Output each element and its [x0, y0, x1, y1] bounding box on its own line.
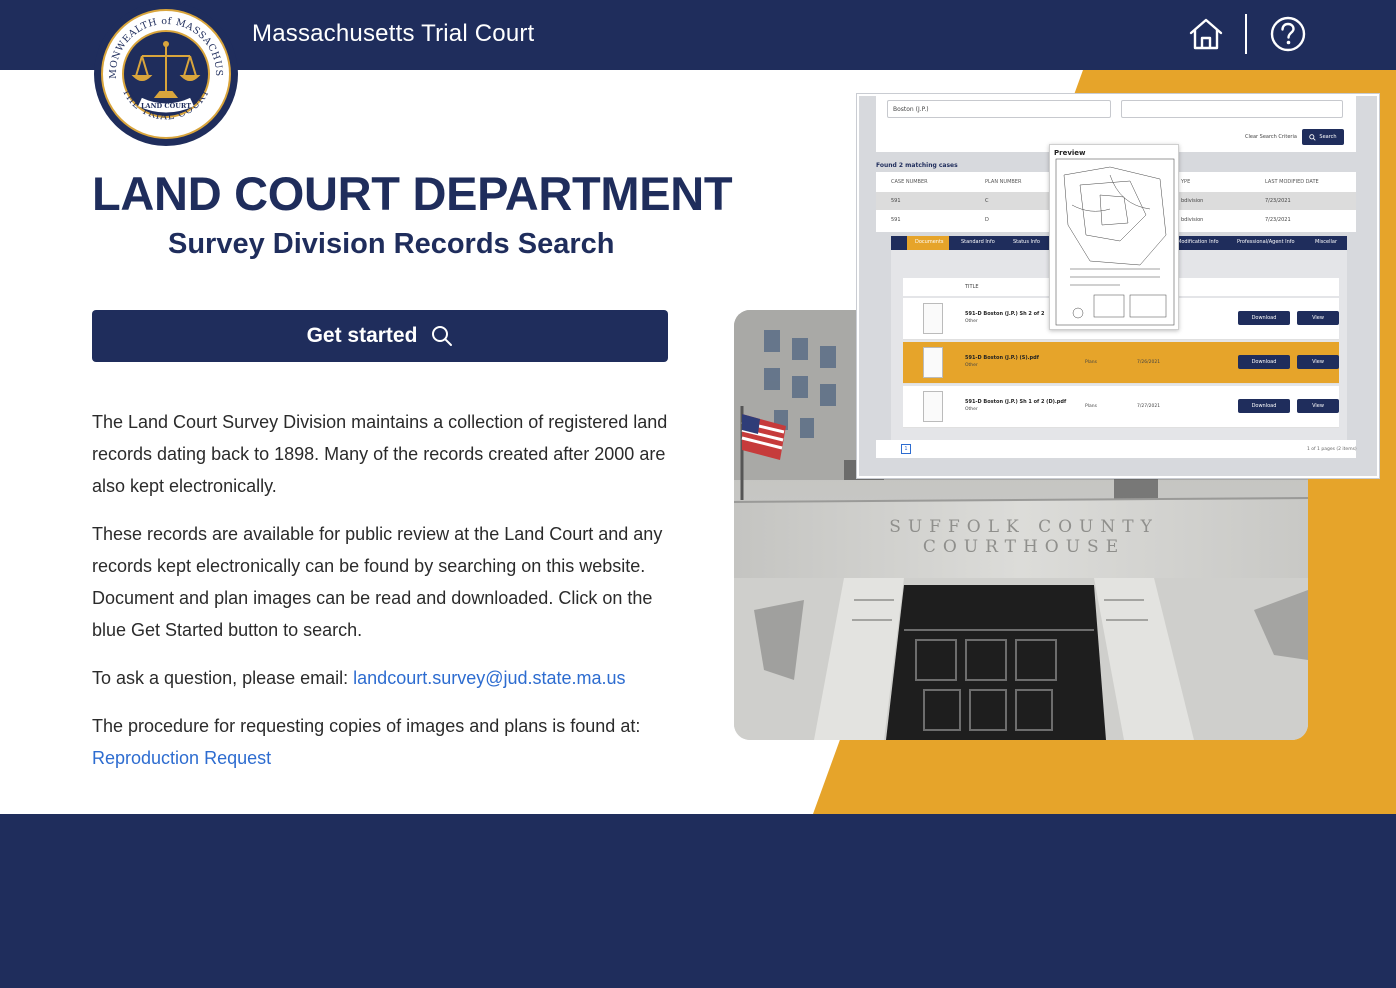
download-button: Download [1238, 311, 1290, 325]
document-thumbnail [923, 391, 943, 422]
app-screenshot-preview: Boston (J.P.) Clear Search Criteria Sear… [857, 94, 1379, 478]
column-header: YPE [1181, 179, 1191, 185]
row-type: bdivision [1181, 198, 1204, 204]
document-title: 591-D Boston (J.P.) Sh 1 of 2 (D).pdf [965, 399, 1067, 405]
document-title: 591-D Boston (J.P.) Sh 2 of 2 [965, 311, 1045, 317]
survey-plan-drawing [1055, 158, 1175, 326]
row-date: 7/23/2021 [1265, 217, 1291, 223]
title-column-header: TITLE [965, 284, 979, 290]
document-title: 591-D Boston (J.P.) (S).pdf [965, 355, 1039, 361]
search-icon [1309, 133, 1317, 141]
email-link[interactable]: landcourt.survey@jud.state.ma.us [353, 668, 625, 688]
availability-paragraph: These records are available for public r… [92, 524, 663, 640]
document-row-selected: 591-D Boston (J.P.) (S).pdf Other Plans … [903, 342, 1339, 384]
description-section: The Land Court Survey Division maintains… [92, 406, 672, 790]
page-title: LAND COURT DEPARTMENT [92, 167, 733, 220]
document-date: 7/27/2021 [1137, 404, 1161, 409]
row-date: 7/23/2021 [1265, 198, 1291, 204]
get-started-button[interactable]: Get started [92, 310, 668, 362]
document-thumbnail [923, 303, 943, 334]
column-header: PLAN NUMBER [985, 179, 1022, 185]
contact-prefix: To ask a question, please email: [92, 668, 354, 688]
document-kind: Plans [1085, 404, 1097, 409]
document-thumbnail [923, 347, 943, 378]
reproduction-request-link[interactable]: Reproduction Request [92, 748, 271, 768]
row-case: 591 [891, 198, 901, 204]
page-number: 1 [901, 444, 911, 454]
document-type: Other [965, 363, 978, 368]
preview-label: Preview [1054, 149, 1086, 157]
download-button: Download [1238, 355, 1290, 369]
row-plan: C [985, 198, 989, 204]
procedure-prefix: The procedure for requesting copies of i… [92, 716, 641, 736]
document-date: 7/26/2021 [1137, 360, 1161, 365]
column-header: LAST MODIFIED DATE [1265, 179, 1319, 185]
tab-standard-info: Standard Info [961, 239, 995, 245]
contact-paragraph: To ask a question, please email: landcou… [92, 662, 672, 694]
pager-info: 1 of 1 pages (2 items) [1307, 447, 1357, 452]
document-row: 591-D Boston (J.P.) Sh 1 of 2 (D).pdf Ot… [903, 386, 1339, 428]
row-type: bdivision [1181, 217, 1204, 223]
column-header: CASE NUMBER [891, 179, 928, 185]
document-type: Other [965, 407, 978, 412]
view-button: View [1297, 355, 1339, 369]
results-count: Found 2 matching cases [876, 162, 958, 169]
search-input [1121, 100, 1343, 118]
help-circle-icon[interactable] [1269, 15, 1307, 53]
screenshot-search-button: Search [1302, 129, 1344, 145]
document-kind: Plans [1085, 360, 1097, 365]
document-type: Other [965, 319, 978, 324]
clear-search-criteria-link: Clear Search Criteria [1245, 134, 1297, 140]
get-started-label: Get started [306, 324, 418, 347]
facade-engraving-line2: COURTHOUSE [923, 537, 1125, 557]
tab-professional-agent-info: Professional/Agent Info [1237, 239, 1295, 245]
search-icon [432, 326, 453, 346]
procedure-paragraph: The procedure for requesting copies of i… [92, 710, 672, 774]
site-title[interactable]: Massachusetts Trial Court [252, 20, 534, 48]
pagination-bar [876, 440, 1356, 458]
tab-miscellaneous: Miscellar [1315, 239, 1338, 245]
footer-band [0, 814, 1396, 988]
row-case: 591 [891, 217, 901, 223]
row-plan: D [985, 217, 989, 223]
view-button: View [1297, 311, 1339, 325]
home-icon[interactable] [1187, 15, 1225, 53]
page-subtitle: Survey Division Records Search [168, 228, 615, 260]
plan-preview-popup: Preview [1049, 144, 1179, 330]
tab-status-info: Status Info [1013, 239, 1040, 245]
tab-modification-info: Modification Info [1177, 239, 1219, 245]
intro-paragraph: The Land Court Survey Division maintains… [92, 412, 668, 496]
search-button-label: Search [1319, 134, 1337, 140]
facade-engraving-line1: SUFFOLK COUNTY [889, 517, 1159, 537]
header-divider [1245, 14, 1247, 54]
download-button: Download [1238, 399, 1290, 413]
tab-documents: Documents [915, 239, 944, 245]
view-button: View [1297, 399, 1339, 413]
town-select: Boston (J.P.) [887, 100, 1111, 118]
